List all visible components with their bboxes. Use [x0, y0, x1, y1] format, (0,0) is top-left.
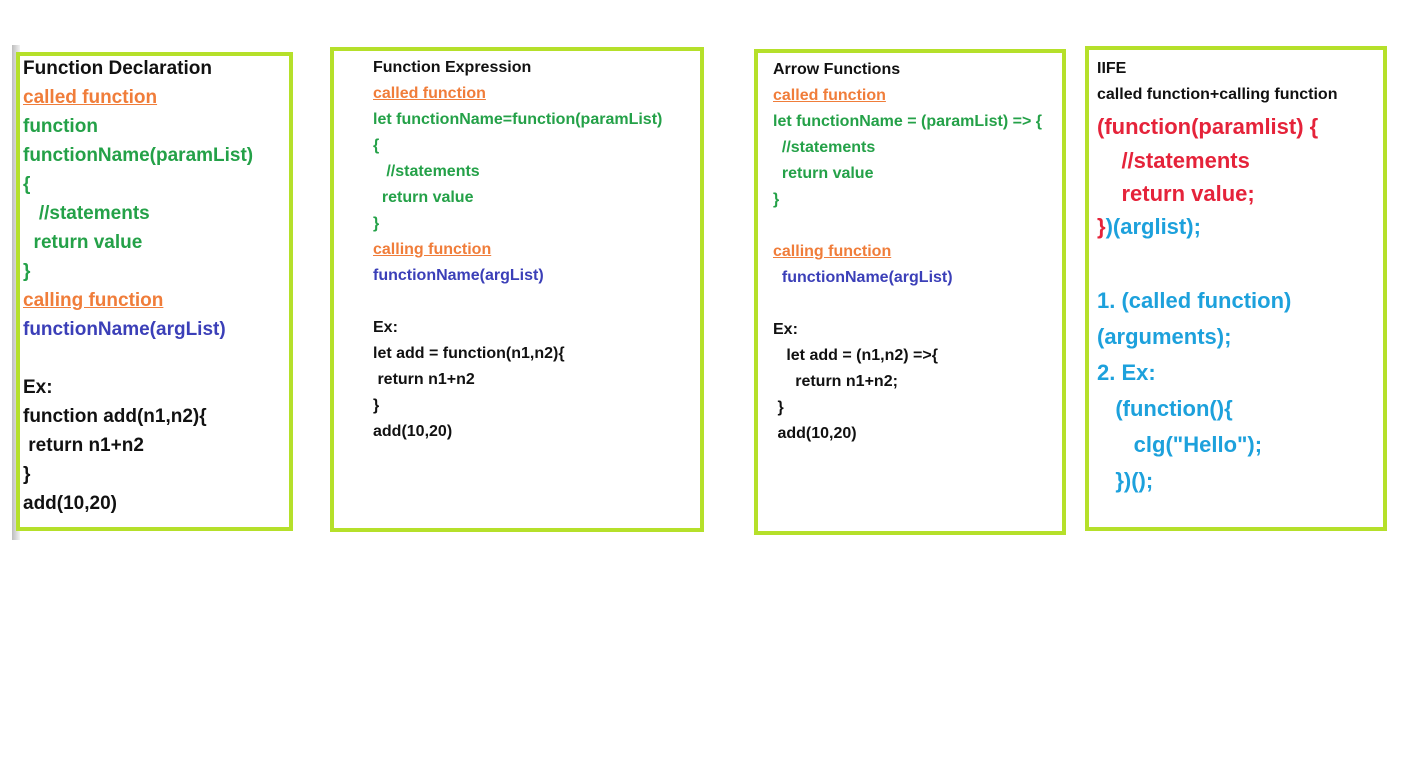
- panel-function-expression: Function Expression called function let …: [330, 47, 704, 532]
- example-line: }: [23, 464, 31, 485]
- code-line: }: [23, 261, 31, 282]
- section-called-function: called function: [773, 87, 886, 104]
- code-line: functionName(paramList): [23, 145, 254, 166]
- iife-close-line: })(arglist);: [1097, 214, 1201, 240]
- section-calling-function: calling function: [23, 290, 164, 311]
- note-line: 2. Ex:: [1097, 360, 1156, 385]
- panel-subtitle: called function+calling function: [1097, 86, 1338, 103]
- note-line: (arguments);: [1097, 324, 1232, 349]
- panel-title: Function Expression: [373, 59, 532, 76]
- example-line: return n1+n2: [373, 371, 475, 388]
- note-line: clg("Hello");: [1097, 432, 1263, 457]
- call-line: functionName(argList): [373, 267, 544, 284]
- note-line: (function(){: [1097, 396, 1233, 421]
- panel-title: Function Declaration: [23, 58, 212, 79]
- code-line: {: [23, 174, 31, 195]
- section-calling-function: calling function: [773, 243, 892, 260]
- section-called-function: called function: [373, 85, 486, 102]
- iife-close-args: )(arglist);: [1105, 214, 1201, 239]
- iife-body-line: //statements: [1097, 148, 1250, 173]
- example-line: }: [373, 397, 380, 414]
- example-label: Ex:: [373, 319, 398, 336]
- code-line: let functionName=function(paramList): [373, 111, 663, 128]
- panel-function-declaration: Function Declaration called function fun…: [16, 52, 293, 531]
- example-line: return n1+n2: [23, 435, 144, 456]
- code-line: //statements: [373, 163, 480, 180]
- note-line: })();: [1097, 468, 1154, 493]
- code-line: }: [373, 215, 380, 232]
- example-line: let add = (n1,n2) =>{: [773, 347, 938, 364]
- code-line: function: [23, 116, 98, 137]
- call-line: functionName(argList): [773, 269, 953, 286]
- code-line: //statements: [23, 203, 150, 224]
- panel-title: IIFE: [1097, 60, 1127, 77]
- example-line: add(10,20): [23, 493, 117, 514]
- iife-close-brace: }: [1097, 214, 1106, 239]
- example-line: function add(n1,n2){: [23, 406, 207, 427]
- panel-title: Arrow Functions: [773, 61, 901, 78]
- code-line: return value: [23, 232, 143, 253]
- note-line: 1. (called function): [1097, 288, 1292, 313]
- example-line: return n1+n2;: [773, 373, 898, 390]
- section-called-function: called function: [23, 87, 158, 108]
- example-label: Ex:: [23, 377, 53, 398]
- code-line: }: [773, 191, 780, 208]
- example-line: let add = function(n1,n2){: [373, 345, 565, 362]
- code-line: {: [373, 137, 380, 154]
- iife-head-line: (function(paramlist) {: [1097, 114, 1319, 139]
- code-line: return value: [373, 189, 474, 206]
- call-line: functionName(argList): [23, 319, 226, 340]
- example-line: }: [773, 399, 784, 416]
- code-line: return value: [773, 165, 874, 182]
- panel-arrow-functions: Arrow Functions called function let func…: [754, 49, 1066, 535]
- section-calling-function: calling function: [373, 241, 492, 258]
- iife-body-line: return value;: [1097, 181, 1255, 206]
- code-line: let functionName = (paramList) => {: [773, 113, 1042, 130]
- example-label: Ex:: [773, 321, 798, 338]
- example-line: add(10,20): [373, 423, 453, 440]
- code-line: //statements: [773, 139, 876, 156]
- panel-iife: IIFE called function+calling function (f…: [1085, 46, 1387, 531]
- example-line: add(10,20): [773, 425, 857, 442]
